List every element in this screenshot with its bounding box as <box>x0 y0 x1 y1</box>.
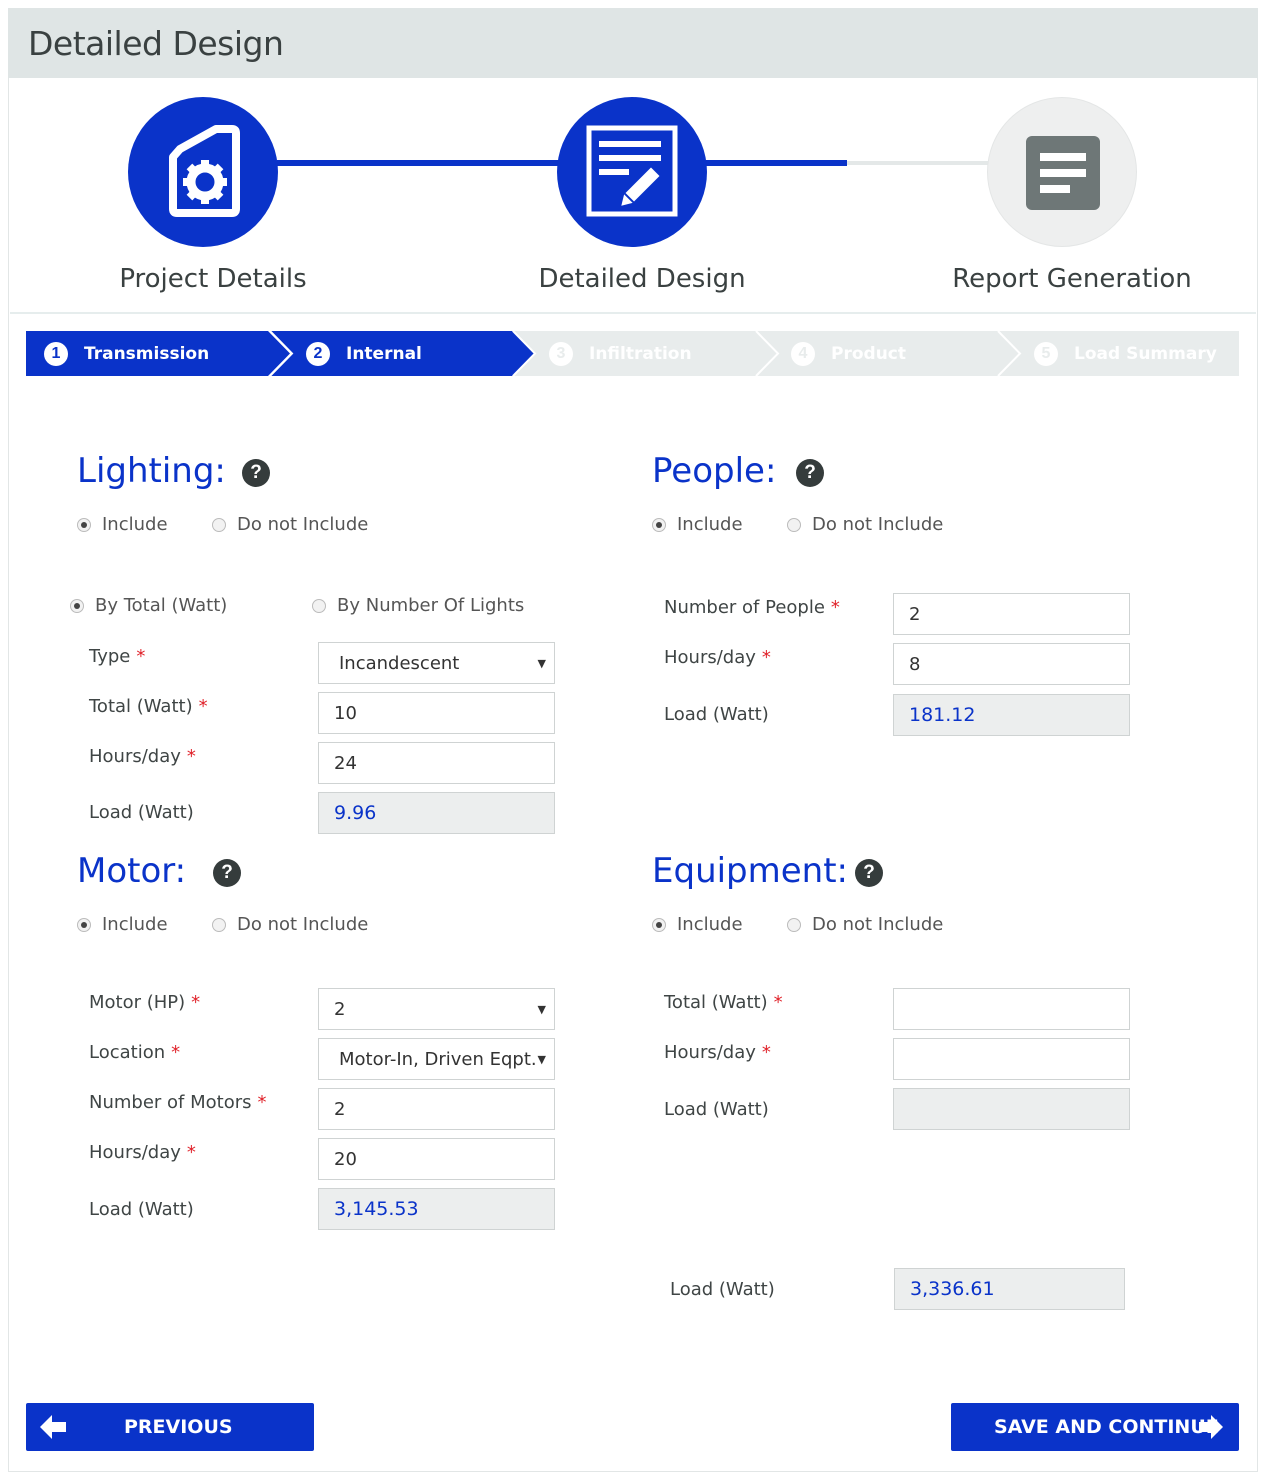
step-label-report-generation: Report Generation <box>952 264 1192 294</box>
motor-location-label: Location * <box>89 1042 181 1063</box>
people-title: People: <box>652 451 777 491</box>
step-label-detailed-design: Detailed Design <box>538 264 746 294</box>
equipment-load-label: Load (Watt) <box>664 1099 769 1120</box>
chevron-down-icon: ▼ <box>537 1053 546 1066</box>
people-hours-input[interactable]: 8 <box>893 643 1130 685</box>
people-load-label: Load (Watt) <box>664 704 769 725</box>
people-number-label: Number of People * <box>664 597 840 618</box>
lighting-total-input[interactable]: 10 <box>318 692 555 734</box>
motor-hours-input[interactable]: 20 <box>318 1138 555 1180</box>
progress-line-1 <box>277 160 559 166</box>
motor-load-label: Load (Watt) <box>89 1199 194 1220</box>
substep-number: 5 <box>1034 341 1058 366</box>
lighting-hours-input[interactable]: 24 <box>318 742 555 784</box>
people-number-input[interactable]: 2 <box>893 593 1130 635</box>
motor-location-select[interactable]: Motor-In, Driven Eqpt. ▼ <box>318 1038 555 1080</box>
substep-label: Load Summary <box>1074 343 1217 364</box>
total-load-label: Load (Watt) <box>670 1279 775 1300</box>
equipment-load-value <box>893 1088 1130 1130</box>
people-hours-label: Hours/day * <box>664 647 771 668</box>
page-title: Detailed Design <box>28 24 284 63</box>
people-include-radio[interactable]: Include <box>652 514 743 535</box>
substep-load-summary[interactable]: 5 Load Summary <box>1034 331 1217 376</box>
substep-infiltration[interactable]: 3 Infiltration <box>549 331 692 376</box>
motor-hours-label: Hours/day * <box>89 1142 196 1163</box>
lighting-hours-label: Hours/day * <box>89 746 196 767</box>
step-project-details[interactable] <box>128 97 278 247</box>
lighting-help-icon[interactable]: ? <box>242 459 270 487</box>
substep-transmission[interactable]: 1 Transmission <box>44 331 209 376</box>
lighting-by-count-radio[interactable]: By Number Of Lights <box>312 595 524 616</box>
lighting-title: Lighting: <box>77 451 226 491</box>
motor-hp-label: Motor (HP) * <box>89 992 201 1013</box>
motor-load-value: 3,145.53 <box>318 1188 555 1230</box>
substep-number: 3 <box>549 341 573 366</box>
arrow-left-icon <box>40 1415 66 1439</box>
lighting-type-label: Type * <box>89 646 146 667</box>
substep-internal[interactable]: 2 Internal <box>306 331 422 376</box>
equipment-title: Equipment: <box>652 851 849 891</box>
lighting-by-total-radio[interactable]: By Total (Watt) <box>70 595 227 616</box>
lighting-include-radio[interactable]: Include <box>77 514 168 535</box>
motor-include-radio[interactable]: Include <box>77 914 168 935</box>
motor-help-icon[interactable]: ? <box>213 859 241 887</box>
motor-title: Motor: <box>77 851 187 891</box>
arrow-right-icon <box>1199 1415 1223 1439</box>
equipment-hours-input[interactable] <box>893 1038 1130 1080</box>
equipment-help-icon[interactable]: ? <box>855 859 883 887</box>
people-exclude-radio[interactable]: Do not Include <box>787 514 943 535</box>
substep-label: Product <box>831 343 906 364</box>
equipment-total-label: Total (Watt) * <box>664 992 783 1013</box>
edit-document-icon <box>586 125 678 217</box>
lighting-load-label: Load (Watt) <box>89 802 194 823</box>
document-gear-icon <box>169 125 240 217</box>
step-detailed-design[interactable] <box>557 97 707 247</box>
chevron-down-icon: ▼ <box>537 657 546 670</box>
equipment-include-radio[interactable]: Include <box>652 914 743 935</box>
list-document-icon <box>1026 136 1100 210</box>
equipment-exclude-radio[interactable]: Do not Include <box>787 914 943 935</box>
equipment-total-input[interactable] <box>893 988 1130 1030</box>
page-header: Detailed Design <box>8 8 1258 78</box>
divider <box>10 312 1256 314</box>
substep-label: Infiltration <box>589 343 692 364</box>
step-report-generation[interactable] <box>987 97 1137 247</box>
step-label-project-details: Project Details <box>119 264 307 294</box>
people-load-value: 181.12 <box>893 694 1130 736</box>
substep-number: 4 <box>791 341 815 366</box>
substep-breadcrumb: 1 Transmission 2 Internal 3 Infiltration… <box>26 331 1239 376</box>
people-help-icon[interactable]: ? <box>796 459 824 487</box>
equipment-hours-label: Hours/day * <box>664 1042 771 1063</box>
lighting-type-select[interactable]: Incandescent ▼ <box>318 642 555 684</box>
substep-number: 2 <box>306 341 330 366</box>
lighting-exclude-radio[interactable]: Do not Include <box>212 514 368 535</box>
motor-exclude-radio[interactable]: Do not Include <box>212 914 368 935</box>
progress-line-2-pending <box>847 161 989 165</box>
substep-label: Transmission <box>84 343 210 364</box>
motor-count-label: Number of Motors * <box>89 1092 267 1113</box>
substep-label: Internal <box>346 343 422 364</box>
progress-line-2-done <box>705 160 847 166</box>
total-load-value: 3,336.61 <box>894 1268 1125 1310</box>
motor-hp-select[interactable]: 2 ▼ <box>318 988 555 1030</box>
substep-number: 1 <box>44 341 68 366</box>
lighting-total-label: Total (Watt) * <box>89 696 208 717</box>
previous-button[interactable]: PREVIOUS <box>26 1403 314 1451</box>
lighting-load-value: 9.96 <box>318 792 555 834</box>
substep-product[interactable]: 4 Product <box>791 331 906 376</box>
save-and-continue-button[interactable]: SAVE AND CONTINUE <box>951 1403 1239 1451</box>
chevron-down-icon: ▼ <box>537 1003 546 1016</box>
motor-count-input[interactable]: 2 <box>318 1088 555 1130</box>
